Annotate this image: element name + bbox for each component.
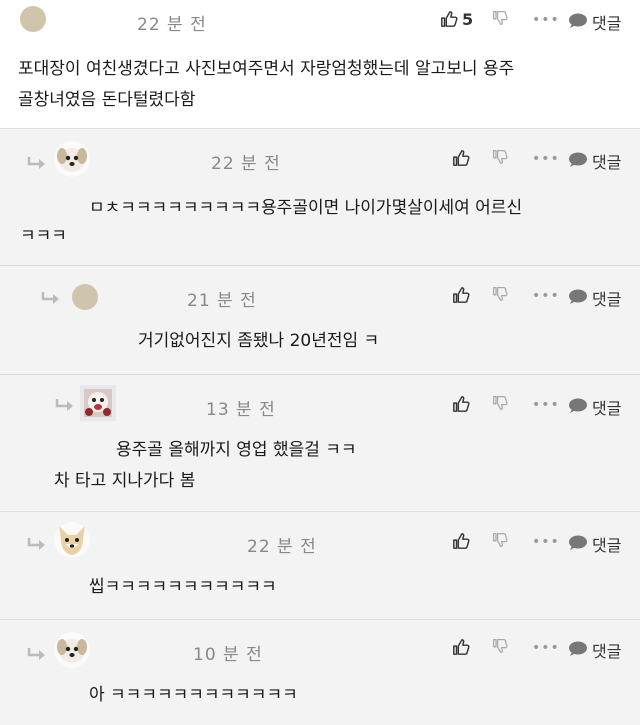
avatar[interactable] (54, 522, 90, 558)
comment-text: ㅁㅊㅋㅋㅋㅋㅋㅋㅋㅋㅋ용주골이면 나이가몇살이세여 어르신 (89, 198, 523, 218)
reply-item: 22 분 전 ••• 댓글 씹ㅋㅋㅋㅋㅋㅋㅋㅋㅋㅋㅋ (0, 512, 640, 619)
thumb-down-icon (492, 149, 508, 165)
comment-actions: ••• 댓글 (452, 638, 640, 661)
reply-button[interactable]: 댓글 (568, 532, 638, 555)
more-dots-icon[interactable]: ••• (532, 534, 560, 550)
speech-bubble-icon (569, 152, 587, 167)
like-button[interactable] (440, 10, 458, 28)
reply-label: 댓글 (592, 153, 622, 172)
speech-bubble-icon (569, 641, 587, 656)
comment-text: 포대장이 여친생겼다고 사진보여주면서 자랑엄청했는데 알고보니 용주 (18, 59, 515, 79)
speech-bubble-icon (569, 535, 587, 550)
thumb-down-icon (492, 532, 508, 548)
reply-label: 댓글 (592, 14, 622, 33)
comment-actions: ••• 댓글 (452, 149, 640, 172)
reply-label: 댓글 (592, 536, 622, 555)
reply-arrow-icon (27, 648, 45, 660)
reply-label: 댓글 (592, 399, 622, 418)
dislike-button[interactable] (492, 395, 508, 411)
reply-button[interactable]: 댓글 (568, 286, 638, 309)
thumb-down-icon (492, 638, 508, 654)
avatar[interactable] (54, 632, 90, 668)
comment-timestamp: 22 분 전 (247, 537, 317, 557)
thumb-up-icon (441, 11, 458, 27)
reply-item: 22 분 전 ••• 댓글 ㅁㅊㅋㅋㅋㅋㅋㅋㅋㅋㅋ용주골이면 나이가몇살이세여 … (0, 129, 640, 265)
reply-button[interactable]: 댓글 (568, 149, 638, 172)
more-dots-icon[interactable]: ••• (532, 640, 560, 656)
comment-timestamp: 13 분 전 (206, 400, 276, 420)
reply-button[interactable]: 댓글 (568, 395, 638, 418)
reply-button[interactable]: 댓글 (568, 638, 638, 661)
comment-actions: 5 ••• 댓글 (440, 10, 640, 33)
avatar[interactable] (20, 6, 46, 32)
like-button[interactable] (452, 149, 470, 167)
dislike-button[interactable] (492, 638, 508, 654)
comment-timestamp: 10 분 전 (193, 645, 263, 665)
thumb-up-icon (453, 639, 470, 655)
thumb-up-icon (453, 396, 470, 412)
comment-item: 22 분 전 5 ••• 댓글 포대장이 여친생겼다고 사진보여주면서 자랑엄청… (0, 0, 640, 128)
comment-text: ㅋㅋㅋ (20, 226, 67, 246)
comment-timestamp: 22 분 전 (137, 15, 207, 35)
avatar[interactable] (72, 284, 98, 310)
more-dots-icon[interactable]: ••• (532, 288, 560, 304)
thumb-up-icon (453, 287, 470, 303)
like-button[interactable] (452, 532, 470, 550)
like-count: 5 (462, 10, 474, 29)
reply-arrow-icon (55, 399, 73, 411)
more-dots-icon[interactable]: ••• (532, 12, 560, 28)
reply-label: 댓글 (592, 290, 622, 309)
more-dots-icon[interactable]: ••• (532, 151, 560, 167)
comment-text: 씹ㅋㅋㅋㅋㅋㅋㅋㅋㅋㅋㅋ (89, 577, 277, 597)
dislike-button[interactable] (492, 532, 508, 548)
comment-text: 용주골 올해까지 영업 했을걸 ㅋㅋ (116, 440, 357, 460)
thumb-down-icon (492, 395, 508, 411)
speech-bubble-icon (569, 398, 587, 413)
more-dots-icon[interactable]: ••• (532, 397, 560, 413)
comment-text: 골창녀였음 돈다털렸다함 (18, 90, 196, 110)
comment-actions: ••• 댓글 (452, 395, 640, 418)
comment-timestamp: 22 분 전 (211, 154, 281, 174)
avatar[interactable] (80, 385, 116, 421)
thumb-up-icon (453, 150, 470, 166)
reply-label: 댓글 (592, 642, 622, 661)
avatar[interactable] (54, 141, 90, 177)
comment-timestamp: 21 분 전 (187, 291, 257, 311)
thumb-up-icon (453, 533, 470, 549)
speech-bubble-icon (569, 13, 587, 28)
dislike-button[interactable] (492, 149, 508, 165)
like-button[interactable] (452, 395, 470, 413)
dislike-button[interactable] (492, 10, 508, 26)
comment-actions: ••• 댓글 (452, 532, 640, 555)
dislike-button[interactable] (492, 286, 508, 302)
reply-button[interactable]: 댓글 (568, 10, 638, 33)
comment-text: 거기없어진지 좀됐나 20년전임 ㅋ (138, 331, 380, 351)
comment-actions: ••• 댓글 (452, 286, 640, 309)
reply-item: 21 분 전 ••• 댓글 거기없어진지 좀됐나 20년전임 ㅋ (0, 266, 640, 374)
like-button[interactable] (452, 638, 470, 656)
thumb-down-icon (492, 10, 508, 26)
reply-arrow-icon (27, 538, 45, 550)
comment-text: 아 ㅋㅋㅋㅋㅋㅋㅋㅋㅋㅋㅋㅋ (89, 685, 298, 705)
thumb-down-icon (492, 286, 508, 302)
reply-item: 13 분 전 ••• 댓글 용주골 올해까지 영업 했을걸 ㅋㅋ 차 타고 지나… (0, 375, 640, 511)
reply-arrow-icon (41, 292, 59, 304)
speech-bubble-icon (569, 289, 587, 304)
reply-arrow-icon (27, 157, 45, 169)
comment-text: 차 타고 지나가다 봄 (54, 471, 196, 491)
like-button[interactable] (452, 286, 470, 304)
reply-item: 10 분 전 ••• 댓글 아 ㅋㅋㅋㅋㅋㅋㅋㅋㅋㅋㅋㅋ (0, 620, 640, 725)
